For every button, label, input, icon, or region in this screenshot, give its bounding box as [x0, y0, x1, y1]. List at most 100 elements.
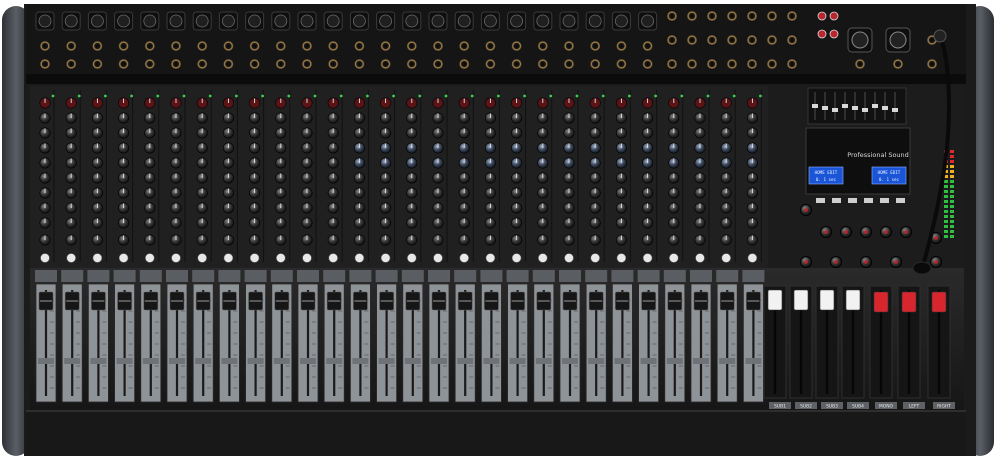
channel-button[interactable] — [221, 358, 238, 364]
aux-jack[interactable] — [787, 35, 797, 45]
channel-button[interactable] — [273, 358, 290, 364]
trs-jack[interactable] — [590, 41, 601, 51]
aux-jack[interactable] — [727, 11, 737, 21]
channel-button[interactable] — [64, 358, 81, 364]
aux-jack[interactable] — [687, 11, 697, 21]
rca-jack[interactable] — [829, 11, 839, 21]
eq-slider[interactable] — [852, 106, 858, 110]
pan-knob[interactable] — [642, 253, 653, 263]
trs-jack[interactable] — [537, 41, 548, 51]
trs-jack[interactable] — [642, 59, 653, 69]
channel-button[interactable] — [693, 358, 709, 364]
master-fader-knob[interactable] — [901, 291, 917, 313]
channel-button[interactable] — [169, 358, 185, 364]
channel-button[interactable] — [640, 358, 657, 364]
master-fader-knob[interactable] — [931, 291, 947, 313]
pan-knob[interactable] — [275, 253, 286, 263]
eq-slider[interactable] — [822, 106, 828, 110]
trs-jack[interactable] — [223, 41, 234, 51]
channel-button[interactable] — [457, 358, 474, 364]
channel-button[interactable] — [562, 358, 578, 364]
pan-knob[interactable] — [302, 253, 312, 263]
pan-knob[interactable] — [511, 253, 522, 263]
trs-jack[interactable] — [118, 41, 129, 51]
trs-jack[interactable] — [302, 41, 312, 51]
master-button[interactable] — [880, 198, 889, 203]
pan-knob[interactable] — [616, 253, 627, 263]
rca-jack[interactable] — [817, 11, 827, 21]
channel-button[interactable] — [719, 358, 736, 364]
pan-knob[interactable] — [668, 253, 679, 263]
trs-jack[interactable] — [197, 41, 208, 51]
trs-jack[interactable] — [197, 59, 208, 69]
pan-knob[interactable] — [328, 253, 339, 263]
trs-jack[interactable] — [354, 59, 365, 69]
trs-jack[interactable] — [328, 41, 339, 51]
channel-button[interactable] — [116, 358, 133, 364]
pan-knob[interactable] — [118, 253, 129, 263]
trs-jack[interactable] — [66, 59, 77, 69]
pan-knob[interactable] — [537, 253, 548, 263]
trs-jack[interactable] — [590, 59, 601, 69]
channel-button[interactable] — [352, 358, 369, 364]
rca-jack[interactable] — [817, 29, 827, 39]
pan-knob[interactable] — [747, 253, 758, 263]
pan-knob[interactable] — [564, 253, 574, 263]
trs-jack[interactable] — [616, 59, 627, 69]
channel-button[interactable] — [247, 358, 264, 364]
trs-jack[interactable] — [406, 41, 417, 51]
aux-jack[interactable] — [707, 59, 717, 69]
trs-jack[interactable] — [380, 41, 391, 51]
pan-knob[interactable] — [223, 253, 234, 263]
channel-button[interactable] — [588, 358, 605, 364]
trs-jack[interactable] — [511, 41, 522, 51]
trs-jack[interactable] — [459, 59, 470, 69]
trs-jack[interactable] — [223, 59, 234, 69]
trs-jack[interactable] — [642, 41, 653, 51]
channel-button[interactable] — [666, 358, 683, 364]
trs-jack[interactable] — [564, 59, 574, 69]
aux-jack[interactable] — [667, 59, 677, 69]
pan-knob[interactable] — [590, 253, 601, 263]
pan-knob[interactable] — [380, 253, 391, 263]
trs-jack[interactable] — [144, 41, 155, 51]
aux-jack[interactable] — [787, 59, 797, 69]
aux-jack[interactable] — [767, 59, 777, 69]
pan-knob[interactable] — [171, 253, 181, 263]
channel-button[interactable] — [378, 358, 395, 364]
trs-jack[interactable] — [511, 59, 522, 69]
trs-jack[interactable] — [92, 41, 103, 51]
pan-knob[interactable] — [485, 253, 496, 263]
trs-jack[interactable] — [433, 41, 443, 51]
master-button[interactable] — [848, 198, 857, 203]
trs-jack[interactable] — [406, 59, 417, 69]
trs-jack[interactable] — [459, 41, 470, 51]
pan-knob[interactable] — [459, 253, 470, 263]
trs-jack[interactable] — [275, 41, 286, 51]
channel-button[interactable] — [195, 358, 212, 364]
channel-button[interactable] — [38, 358, 54, 364]
trs-output-jack[interactable] — [893, 59, 903, 69]
trs-jack[interactable] — [40, 41, 50, 51]
channel-button[interactable] — [745, 358, 762, 364]
trs-jack[interactable] — [485, 41, 496, 51]
trs-jack[interactable] — [66, 41, 77, 51]
trs-jack[interactable] — [380, 59, 391, 69]
aux-jack[interactable] — [787, 11, 797, 21]
trs-jack[interactable] — [249, 41, 260, 51]
trs-jack[interactable] — [171, 41, 181, 51]
aux-jack[interactable] — [707, 11, 717, 21]
trs-jack[interactable] — [275, 59, 286, 69]
trs-jack[interactable] — [249, 59, 260, 69]
channel-button[interactable] — [509, 358, 526, 364]
aux-jack[interactable] — [767, 35, 777, 45]
aux-jack[interactable] — [707, 35, 717, 45]
aux-jack[interactable] — [727, 59, 737, 69]
eq-slider[interactable] — [892, 108, 898, 112]
aux-jack[interactable] — [667, 35, 677, 45]
master-fader-knob[interactable] — [767, 289, 783, 311]
aux-jack[interactable] — [687, 59, 697, 69]
pan-knob[interactable] — [354, 253, 365, 263]
trs-jack[interactable] — [328, 59, 339, 69]
pan-knob[interactable] — [40, 253, 50, 263]
